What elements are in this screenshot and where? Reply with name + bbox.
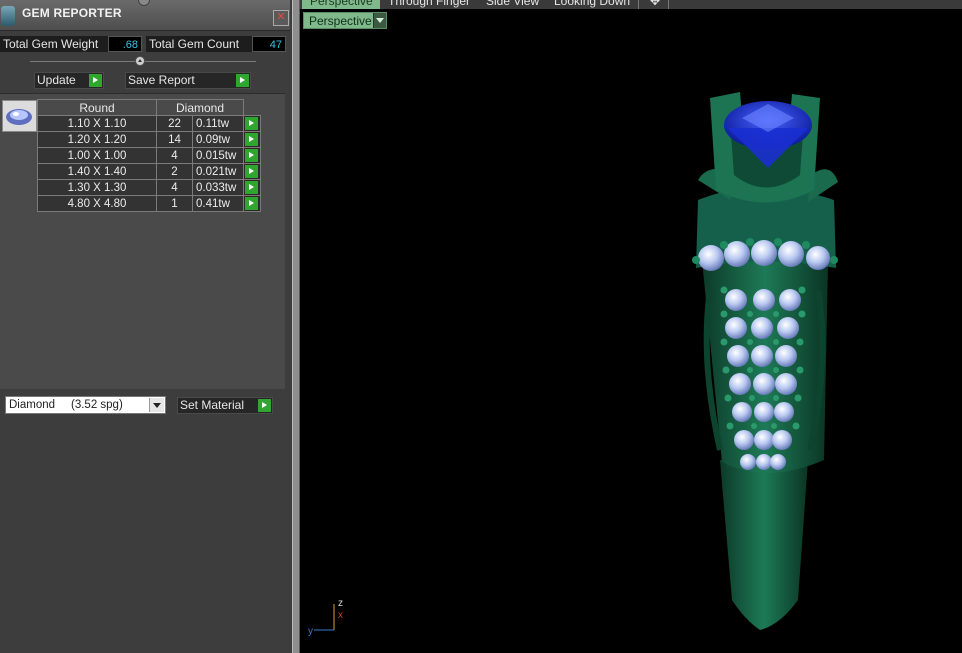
play-arrow-icon bbox=[245, 149, 258, 162]
gem-size: 1.30 X 1.30 bbox=[37, 179, 157, 196]
gem-weight: 0.021tw bbox=[192, 163, 244, 180]
gem-count: 4 bbox=[156, 179, 193, 196]
row-select-button[interactable] bbox=[243, 131, 261, 148]
total-gem-count-label: Total Gem Count bbox=[146, 36, 254, 52]
gem-weight: 0.11tw bbox=[192, 115, 244, 132]
gem-size: 1.00 X 1.00 bbox=[37, 147, 157, 164]
chevron-down-icon bbox=[373, 13, 386, 28]
gem-weight: 0.015tw bbox=[192, 147, 244, 164]
play-arrow-icon bbox=[236, 74, 249, 87]
gem-list-area: Round Diamond 1.10 X 1.10 22 0.11tw 1.20… bbox=[0, 93, 285, 389]
row-select-button[interactable] bbox=[243, 179, 261, 196]
update-button-label: Update bbox=[37, 73, 76, 87]
table-row: 1.30 X 1.30 4 0.033tw bbox=[37, 179, 261, 196]
table-row: 1.20 X 1.20 14 0.09tw bbox=[37, 131, 261, 148]
gem-size: 4.80 X 4.80 bbox=[37, 195, 157, 212]
save-report-button-label: Save Report bbox=[128, 73, 195, 87]
panel-title: GEM REPORTER bbox=[22, 6, 122, 20]
axis-x-label: x bbox=[338, 610, 343, 621]
axis-z-label: z bbox=[338, 598, 343, 609]
gem-count: 1 bbox=[156, 195, 193, 212]
gem-size: 1.10 X 1.10 bbox=[37, 115, 157, 132]
table-row: 1.40 X 1.40 2 0.021tw bbox=[37, 163, 261, 180]
table-row: 1.00 X 1.00 4 0.015tw bbox=[37, 147, 261, 164]
add-tab-icon[interactable]: ✥ bbox=[642, 0, 670, 9]
shape-header: Round bbox=[37, 99, 157, 116]
set-material-button[interactable]: Set Material bbox=[177, 397, 273, 414]
gem-weight: 0.09tw bbox=[192, 131, 244, 148]
play-arrow-icon bbox=[245, 181, 258, 194]
play-arrow-icon bbox=[245, 197, 258, 210]
3d-viewport[interactable]: Perspective Through Finger Side View Loo… bbox=[300, 0, 962, 653]
set-material-button-label: Set Material bbox=[180, 398, 245, 412]
material-select-value: Diamond (3.52 spg) bbox=[9, 399, 123, 411]
gem-table: Round Diamond 1.10 X 1.10 22 0.11tw 1.20… bbox=[37, 99, 261, 212]
view-tabs: Perspective Through Finger Side View Loo… bbox=[300, 0, 962, 9]
gem-weight: 0.033tw bbox=[192, 179, 244, 196]
material-select[interactable]: Diamond (3.52 spg) bbox=[5, 396, 166, 414]
tab-side-view[interactable]: Side View bbox=[478, 0, 549, 9]
material-header: Diamond bbox=[156, 99, 244, 116]
axis-y-label: y bbox=[308, 626, 313, 637]
tab-through-finger[interactable]: Through Finger bbox=[380, 0, 480, 9]
row-select-button[interactable] bbox=[243, 147, 261, 164]
collapse-handle-icon[interactable] bbox=[135, 56, 145, 66]
round-gem-icon bbox=[3, 101, 36, 131]
play-arrow-icon bbox=[245, 133, 258, 146]
total-gem-count-value: 47 bbox=[252, 36, 286, 52]
gem-count: 14 bbox=[156, 131, 193, 148]
close-button[interactable]: ✕ bbox=[273, 10, 289, 26]
view-mode-label: Perspective bbox=[309, 14, 372, 28]
gem-thumbnail[interactable] bbox=[2, 100, 37, 132]
row-select-button[interactable] bbox=[243, 195, 261, 212]
total-gem-weight-value: .68 bbox=[108, 36, 142, 52]
play-arrow-icon bbox=[89, 74, 102, 87]
table-row: 4.80 X 4.80 1 0.41tw bbox=[37, 195, 261, 212]
panel-title-bar: GEM REPORTER ✕ bbox=[0, 0, 290, 31]
gem-count: 22 bbox=[156, 115, 193, 132]
gem-size: 1.20 X 1.20 bbox=[37, 131, 157, 148]
total-gem-weight-label: Total Gem Weight bbox=[0, 36, 108, 52]
gem-weight: 0.41tw bbox=[192, 195, 244, 212]
tab-perspective[interactable]: Perspective bbox=[302, 0, 382, 9]
app-logo-icon bbox=[1, 6, 15, 26]
gem-count: 4 bbox=[156, 147, 193, 164]
play-arrow-icon bbox=[245, 165, 258, 178]
chevron-down-icon bbox=[149, 398, 164, 412]
row-select-button[interactable] bbox=[243, 163, 261, 180]
table-row: 1.10 X 1.10 22 0.11tw bbox=[37, 115, 261, 132]
tab-looking-down[interactable]: Looking Down bbox=[546, 0, 640, 9]
panel-splitter[interactable] bbox=[292, 0, 300, 653]
axis-gizmo-icon: z y x bbox=[308, 598, 343, 637]
panel-pin-icon[interactable] bbox=[138, 0, 150, 6]
play-arrow-icon bbox=[258, 399, 271, 412]
save-report-button[interactable]: Save Report bbox=[125, 72, 251, 89]
ring-model bbox=[692, 92, 838, 630]
gem-count: 2 bbox=[156, 163, 193, 180]
update-button[interactable]: Update bbox=[34, 72, 104, 89]
gem-table-header: Round Diamond bbox=[37, 99, 261, 116]
gem-size: 1.40 X 1.40 bbox=[37, 163, 157, 180]
play-arrow-icon bbox=[245, 117, 258, 130]
row-select-button[interactable] bbox=[243, 115, 261, 132]
view-mode-dropdown[interactable]: Perspective bbox=[303, 12, 387, 29]
gem-reporter-panel: GEM REPORTER ✕ Total Gem Weight .68 Tota… bbox=[0, 0, 292, 653]
